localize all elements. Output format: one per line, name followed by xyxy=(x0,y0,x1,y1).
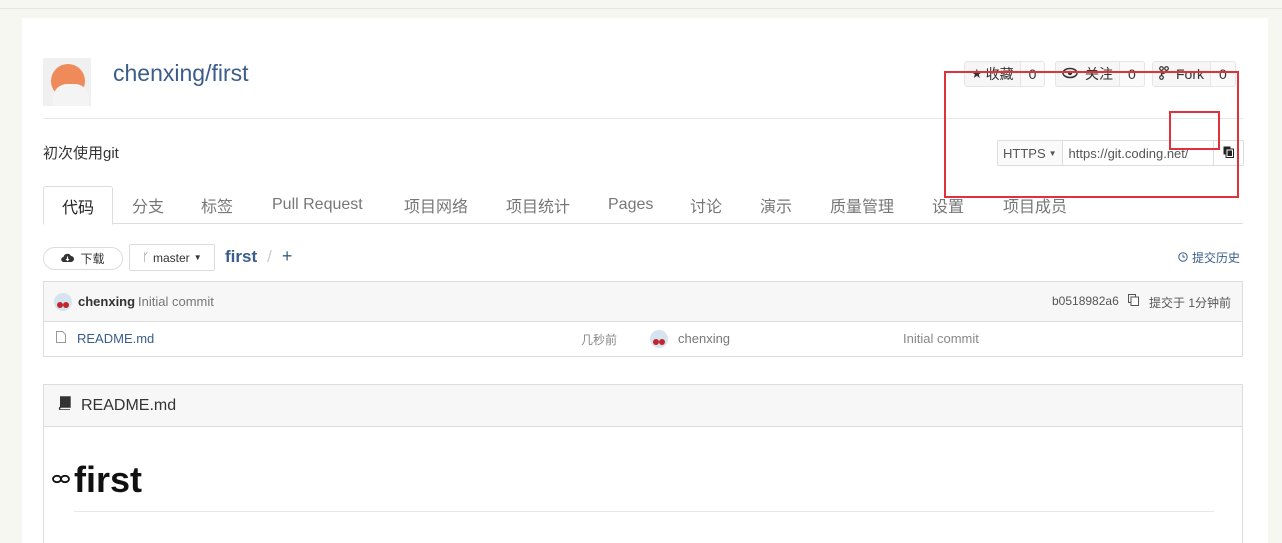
tab-branches[interactable]: 分支 xyxy=(132,186,164,224)
clock-icon xyxy=(1178,251,1188,265)
repo-description: 初次使用git xyxy=(43,145,119,162)
author-avatar[interactable] xyxy=(54,293,72,311)
readme-filename: README.md xyxy=(81,396,177,414)
tab-quality[interactable]: 质量管理 xyxy=(830,186,894,224)
history-label: 提交历史 xyxy=(1192,251,1241,265)
readme-panel: README.md first xyxy=(43,384,1243,543)
download-button[interactable]: 下载 xyxy=(43,247,123,270)
file-name[interactable]: README.md xyxy=(77,331,154,346)
cloud-download-icon xyxy=(61,252,75,266)
copy-hash-icon[interactable] xyxy=(1128,294,1139,309)
breadcrumb-separator: / xyxy=(267,246,272,266)
branch-name: master xyxy=(153,250,190,265)
repo-title[interactable]: chenxing/first xyxy=(113,60,249,87)
heading-rule xyxy=(74,511,1214,512)
file-row[interactable]: README.md 几秒前 chenxing Initial commit xyxy=(44,322,1242,356)
tab-pull-request[interactable]: Pull Request xyxy=(272,186,363,224)
tab-tags[interactable]: 标签 xyxy=(201,186,233,224)
file-table: chenxing Initial commit b0518982a6 提交于 1… xyxy=(43,281,1243,357)
book-icon xyxy=(58,396,71,415)
tab-network[interactable]: 项目网络 xyxy=(404,186,468,224)
add-file-button[interactable]: + xyxy=(282,246,293,267)
commit-author[interactable]: chenxing xyxy=(78,294,135,309)
commit-history-link[interactable]: 提交历史 xyxy=(1178,249,1240,266)
tab-statistics[interactable]: 项目统计 xyxy=(506,186,570,224)
commit-hash[interactable]: b0518982a6 xyxy=(1052,294,1119,308)
latest-commit-row: chenxing Initial commit b0518982a6 提交于 1… xyxy=(44,282,1242,322)
top-divider xyxy=(0,8,1282,9)
file-author[interactable]: chenxing xyxy=(678,331,730,346)
branch-icon: ᚴ xyxy=(142,251,149,264)
file-author-avatar[interactable] xyxy=(650,330,668,348)
tab-pages[interactable]: Pages xyxy=(608,186,653,224)
tab-code[interactable]: 代码 xyxy=(43,186,114,225)
breadcrumb-root[interactable]: first xyxy=(225,247,257,267)
readme-heading-text: first xyxy=(74,459,143,500)
tab-demo[interactable]: 演示 xyxy=(760,186,792,224)
file-icon xyxy=(56,331,66,346)
highlight-box-copy xyxy=(1169,111,1220,150)
readme-header: README.md xyxy=(44,385,1242,427)
commit-time: 提交于 1分钟前 xyxy=(1149,296,1232,310)
file-age: 几秒前 xyxy=(581,333,618,347)
tab-discussion[interactable]: 讨论 xyxy=(690,186,722,224)
breadcrumb: first / + xyxy=(225,246,292,267)
caret-down-icon: ▼ xyxy=(193,253,202,262)
readme-heading: first xyxy=(52,459,142,501)
commit-message[interactable]: Initial commit xyxy=(138,294,214,309)
repo-avatar[interactable] xyxy=(43,58,91,106)
branch-selector[interactable]: ᚴ master ▼ xyxy=(129,244,215,271)
file-commit-message[interactable]: Initial commit xyxy=(903,331,979,346)
anchor-link-icon[interactable] xyxy=(52,471,70,489)
download-label: 下载 xyxy=(80,252,105,266)
